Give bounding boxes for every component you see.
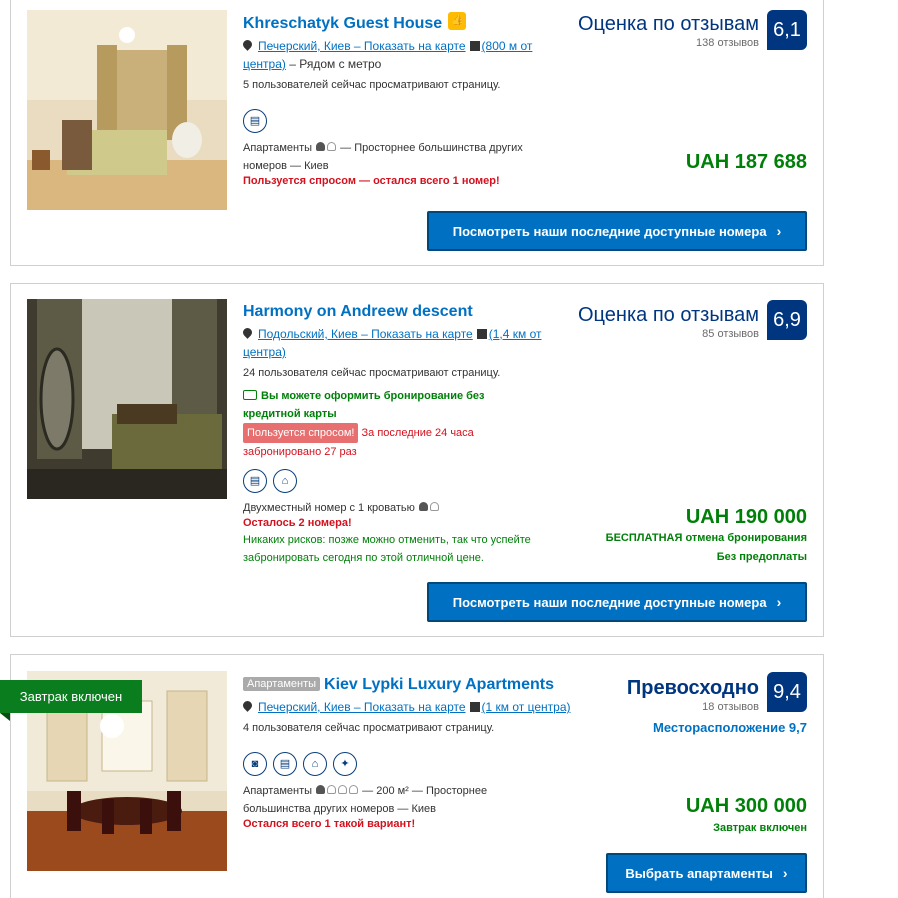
chevron-right-icon: ›	[776, 223, 782, 239]
room-type: Двухместный номер с 1 кроватью	[243, 502, 415, 514]
viewers-count: 4 пользователя сейчас просматривают стра…	[243, 722, 495, 734]
select-apartments-button[interactable]: Выбрать апартаменты ›	[606, 853, 807, 893]
breakfast-note: Завтрак включен	[713, 822, 807, 834]
kitchen-icon: ▤	[243, 109, 267, 133]
show-on-map-link[interactable]: Подольский, Киев – Показать на карте	[258, 327, 473, 341]
hotel-card: Harmony on Andreew descent Подольский, К…	[10, 283, 824, 637]
hotel-address: Печерский, Киев – Показать на карте (1 км…	[241, 698, 583, 716]
hotel-name-link[interactable]: Khreschatyk Guest House	[243, 15, 442, 32]
person-outline-icon	[349, 785, 359, 794]
location-score: Месторасположение 9,7	[652, 720, 807, 735]
no-credit-card-message: Вы можете оформить бронирование без кред…	[243, 387, 533, 423]
facility-icons: ◙ ▤ ⌂ ✦	[243, 752, 583, 776]
hotel-photo[interactable]	[27, 299, 227, 499]
review-count: 85 отзывов	[702, 328, 759, 340]
viewers-count: 5 пользователей сейчас просматривают стр…	[243, 79, 501, 91]
cancellation-info: БЕСПЛАТНАЯ отмена бронирования Без предо…	[606, 529, 807, 567]
facility-icons: ▤	[243, 109, 563, 133]
button-label: Выбрать апартаменты	[625, 865, 773, 881]
review-count: 18 отзывов	[702, 701, 759, 713]
map-pin-icon	[241, 38, 254, 51]
washing-machine-icon: ◙	[243, 752, 267, 776]
distance-icon	[469, 702, 480, 712]
hotel-name-link[interactable]: Harmony on Andreew descent	[243, 303, 473, 320]
no-prepayment: Без предоплаты	[716, 551, 807, 563]
price: UAH 300 000	[685, 795, 807, 817]
thumbs-up-icon	[448, 12, 467, 30]
property-type-tag: Апартаменты	[243, 677, 321, 691]
person-outline-icon	[327, 785, 337, 794]
room-photo-image	[27, 10, 227, 210]
free-cancellation: БЕСПЛАТНАЯ отмена бронирования	[605, 532, 807, 544]
hotel-address: Подольский, Киев – Показать на карте (1,4…	[241, 325, 563, 361]
review-score-area[interactable]: Превосходно 18 отзывов	[627, 676, 759, 714]
chevron-right-icon: ›	[776, 594, 782, 610]
facility-icons: ▤ ⌂	[243, 469, 563, 493]
review-score-badge[interactable]: 6,1	[767, 10, 807, 50]
credit-card-icon	[243, 390, 257, 400]
see-availability-button[interactable]: Посмотреть наши последние доступные номе…	[427, 582, 807, 622]
see-availability-button[interactable]: Посмотреть наши последние доступные номе…	[427, 211, 807, 251]
price: UAH 187 688	[685, 151, 807, 173]
review-score-word: Оценка по отзывам	[578, 304, 759, 326]
review-score-badge[interactable]: 9,4	[767, 672, 807, 712]
hotel-photo[interactable]	[27, 10, 227, 210]
room-type: Апартаменты	[243, 785, 313, 797]
show-on-map-link[interactable]: Печерский, Киев – Показать на карте	[258, 700, 466, 714]
scarcity-message: Остался всего 1 такой вариант!	[243, 818, 416, 830]
button-label: Посмотреть наши последние доступные номе…	[452, 223, 767, 239]
hotel-address: Печерский, Киев – Показать на карте (800 …	[241, 37, 563, 73]
person-outline-icon	[429, 502, 439, 511]
no-risk-message: Никаких рисков: позже можно отменить, та…	[243, 534, 531, 564]
person-icon	[316, 785, 326, 794]
chevron-right-icon: ›	[782, 865, 788, 881]
map-pin-icon	[241, 699, 254, 712]
show-on-map-link[interactable]: Печерский, Киев – Показать на карте	[258, 39, 466, 53]
room-photo-image	[27, 299, 227, 499]
review-score-word: Оценка по отзывам	[578, 13, 759, 35]
room-info: Апартаменты — 200 м² — Просторнее больши…	[243, 782, 513, 818]
hotel-name-link[interactable]: Kiev Lypki Luxury Apartments	[324, 676, 554, 693]
in-demand-badge: Пользуется спросом!	[243, 423, 359, 443]
viewers-count: 24 пользователя сейчас просматривают стр…	[243, 367, 501, 379]
map-pin-icon	[241, 326, 254, 339]
hotel-card: Khreschatyk Guest House Печерский, Киев …	[10, 0, 824, 266]
review-score-badge[interactable]: 6,9	[767, 300, 807, 340]
metro-note: – Рядом с метро	[285, 57, 382, 71]
distance-icon	[469, 41, 480, 51]
room-info: Апартаменты — Просторнее большинства дру…	[243, 139, 548, 175]
person-icon	[418, 502, 428, 511]
scarcity-message: Осталось 2 номера!	[243, 517, 352, 529]
person-icon	[316, 142, 326, 151]
sparkle-icon: ✦	[333, 752, 357, 776]
review-count: 138 отзывов	[696, 37, 759, 49]
washing-machine-icon: ⌂	[273, 469, 297, 493]
kitchen-icon: ▤	[273, 752, 297, 776]
review-score-area[interactable]: Оценка по отзывам 85 отзывов	[578, 303, 759, 341]
room-type: Апартаменты	[243, 142, 313, 154]
bath-icon: ⌂	[303, 752, 327, 776]
no-credit-card-text: Вы можете оформить бронирование без кред…	[243, 390, 485, 420]
demand-info: Пользуется спросом! За последние 24 часа…	[243, 423, 543, 461]
kitchen-icon: ▤	[243, 469, 267, 493]
distance-text: (1 км от центра)	[481, 700, 571, 714]
review-score-area[interactable]: Оценка по отзывам 138 отзывов	[578, 12, 759, 50]
button-label: Посмотреть наши последние доступные номе…	[452, 594, 767, 610]
person-outline-icon	[338, 785, 348, 794]
breakfast-included-ribbon: Завтрак включен	[0, 680, 142, 721]
person-outline-icon	[327, 142, 337, 151]
distance-icon	[476, 329, 487, 339]
room-info: Двухместный номер с 1 кроватью	[243, 499, 563, 517]
scarcity-message: Пользуется спросом — остался всего 1 ном…	[243, 175, 500, 187]
price: UAH 190 000	[685, 506, 807, 528]
review-score-word: Превосходно	[626, 677, 759, 699]
